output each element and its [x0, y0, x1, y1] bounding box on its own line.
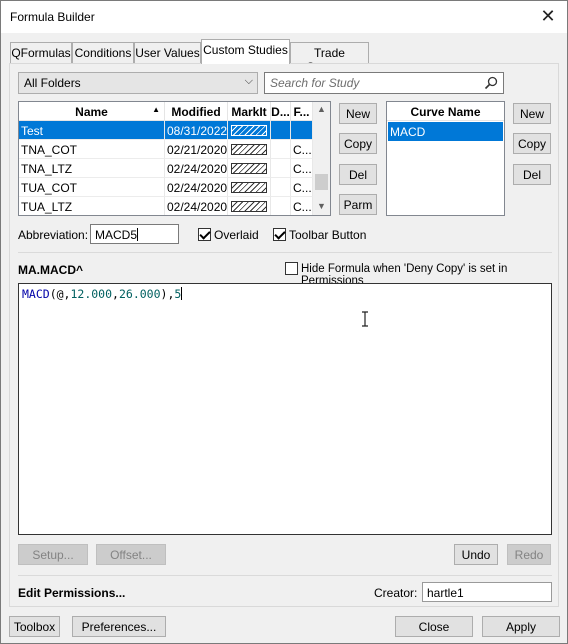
formula-name: MA.MACD^ [18, 263, 83, 277]
table-cell-d [271, 178, 291, 197]
delete-study-button[interactable]: Del [339, 164, 377, 185]
overlaid-checkbox[interactable] [198, 228, 211, 241]
toolbox-button[interactable]: Toolbox [9, 616, 60, 637]
preferences-button[interactable]: Preferences... [72, 616, 166, 637]
sort-asc-icon: ▲ [152, 105, 160, 114]
markit-pattern [231, 201, 267, 212]
new-study-button[interactable]: New [339, 103, 377, 124]
abbreviation-input[interactable]: MACD5 [90, 224, 179, 244]
table-cell-f: C... [291, 178, 313, 197]
window-title: Formula Builder [10, 10, 95, 24]
table-row[interactable]: TNA_LTZ [19, 159, 165, 178]
folder-select[interactable]: All Folders ⌵ [18, 72, 258, 94]
table-cell-f: C... [291, 159, 313, 178]
toolbar-button-checkbox[interactable] [273, 228, 286, 241]
table-row[interactable]: TUA_COT [19, 178, 165, 197]
title-bar: Formula Builder ✕ [1, 1, 567, 33]
folder-select-value: All Folders [24, 76, 81, 90]
column-header-markit[interactable]: MarkIt [228, 102, 271, 121]
table-cell-d [271, 140, 291, 159]
redo-button[interactable]: Redo [507, 544, 551, 565]
copy-study-button[interactable]: Copy [339, 133, 377, 154]
column-header-modified[interactable]: Modified [165, 102, 228, 121]
creator-field[interactable]: hartle1 [422, 582, 552, 602]
curve-row[interactable]: MACD [388, 122, 503, 141]
divider [18, 252, 552, 253]
scrollbar-thumb[interactable] [315, 174, 328, 190]
tab-qformulas[interactable]: QFormulas [10, 42, 72, 63]
table-cell-f: C... [291, 197, 313, 215]
table-cell-d [271, 121, 291, 140]
chevron-down-icon: ⌵ [244, 75, 253, 87]
table-cell-modified: 02/24/2020 [165, 197, 228, 215]
table-cell-d [271, 197, 291, 215]
table-cell-markit [228, 121, 271, 140]
edit-permissions-link[interactable]: Edit Permissions... [18, 586, 125, 600]
table-cell-markit [228, 178, 271, 197]
text-caret [137, 228, 139, 241]
apply-button[interactable]: Apply [482, 616, 560, 637]
toolbar-button-label: Toolbar Button [289, 228, 367, 242]
table-row[interactable]: TNA_COT [19, 140, 165, 159]
table-cell-markit [228, 197, 271, 215]
new-curve-button[interactable]: New [513, 103, 551, 124]
copy-curve-button[interactable]: Copy [513, 133, 551, 154]
markit-pattern [231, 144, 267, 155]
table-row[interactable]: TUA_LTZ [19, 197, 165, 215]
abbreviation-value: MACD5 [95, 228, 138, 242]
creator-label: Creator: [374, 586, 418, 600]
overlaid-label: Overlaid [214, 228, 259, 242]
table-cell-modified: 02/24/2020 [165, 178, 228, 197]
search-placeholder: Search for Study [270, 76, 360, 90]
close-icon[interactable]: ✕ [537, 5, 559, 27]
table-cell-d [271, 159, 291, 178]
tab-user-values[interactable]: User Values [134, 42, 201, 63]
search-icon [484, 76, 498, 90]
abbreviation-label: Abbreviation: [18, 228, 89, 242]
table-cell-modified: 08/31/2022 [165, 121, 228, 140]
table-cell-modified: 02/21/2020 [165, 140, 228, 159]
formula-builder-window: Formula Builder ✕ QFormulas Conditions U… [0, 0, 568, 644]
column-header-curve-name[interactable]: Curve Name [387, 102, 504, 121]
column-header-d[interactable]: D... [271, 102, 291, 121]
table-cell-modified: 02/24/2020 [165, 159, 228, 178]
table-row[interactable]: Test [19, 121, 165, 140]
column-header-name[interactable]: Name ▲ [19, 102, 165, 121]
chevron-up-icon[interactable]: ▲ [317, 104, 326, 114]
tab-trade-systems[interactable]: Trade Systems [290, 42, 369, 74]
hide-formula-checkbox[interactable] [285, 262, 298, 275]
markit-pattern [231, 182, 267, 193]
divider [18, 575, 552, 576]
markit-pattern [231, 125, 267, 136]
delete-curve-button[interactable]: Del [513, 164, 551, 185]
chevron-down-icon[interactable]: ▼ [317, 201, 326, 211]
study-search-input[interactable]: Search for Study [264, 72, 504, 94]
tab-custom-studies[interactable]: Custom Studies [201, 39, 290, 64]
table-cell-f: C... [291, 140, 313, 159]
undo-button[interactable]: Undo [454, 544, 498, 565]
table-cell-markit [228, 140, 271, 159]
study-table[interactable]: Name ▲ Modified MarkIt D... F... Test 08… [18, 101, 331, 216]
curve-table[interactable]: Curve Name MACD [386, 101, 505, 216]
tab-conditions[interactable]: Conditions [72, 42, 134, 63]
setup-button[interactable]: Setup... [18, 544, 88, 565]
parm-button[interactable]: Parm [339, 194, 377, 215]
table-cell-f [291, 121, 313, 140]
i-beam-cursor-icon [362, 311, 368, 327]
formula-text: MACD(@,12.000,26.000),5 [22, 287, 183, 301]
study-table-scrollbar[interactable]: ▲ ▼ [313, 102, 330, 215]
markit-pattern [231, 163, 267, 174]
column-header-f[interactable]: F... [291, 102, 313, 121]
offset-button[interactable]: Offset... [96, 544, 166, 565]
formula-editor[interactable]: MACD(@,12.000,26.000),5 [18, 283, 552, 535]
table-cell-markit [228, 159, 271, 178]
close-button[interactable]: Close [395, 616, 473, 637]
text-caret [181, 287, 183, 300]
